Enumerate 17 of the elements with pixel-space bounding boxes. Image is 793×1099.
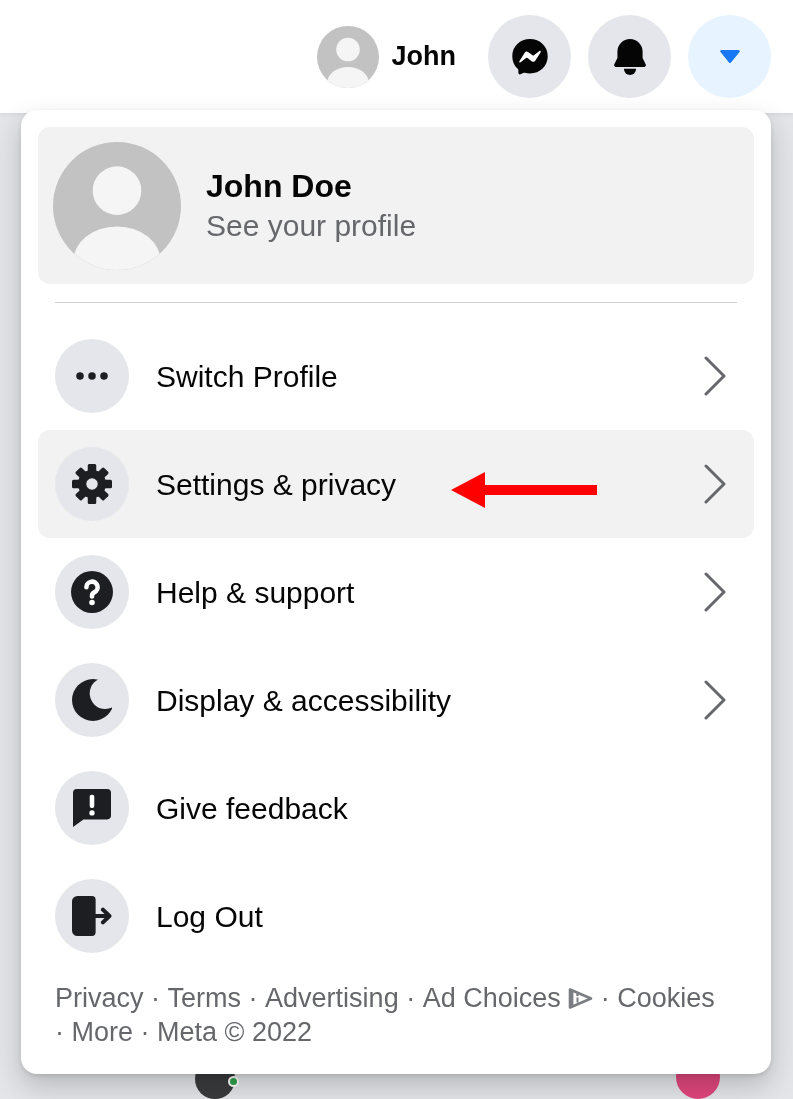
avatar-icon <box>316 25 379 88</box>
bell-icon <box>613 38 646 75</box>
footer-link[interactable]: Privacy <box>55 983 144 1013</box>
profile-name: John Doe <box>206 166 353 206</box>
avatar-icon <box>53 141 181 270</box>
menu-item[interactable]: Settings & privacy <box>38 430 754 538</box>
footer-text: Privacy · Terms · Advertising · Ad Choices · Cookies · More · Meta © 2022 <box>54 982 716 1049</box>
chat-bubble-icon <box>511 38 548 75</box>
footer-link[interactable]: Cookies <box>617 983 715 1013</box>
profile-subtitle: See your profile <box>206 207 417 244</box>
footer-link[interactable]: Terms <box>167 983 242 1013</box>
footer-link[interactable]: Advertising <box>265 983 399 1013</box>
caret-down-icon <box>719 50 740 63</box>
footer-link[interactable]: More <box>71 1017 134 1047</box>
profile-link[interactable]: John <box>316 25 456 88</box>
footer-link[interactable]: Ad Choices <box>422 983 561 1013</box>
profile-card[interactable]: John Doe See your profile <box>38 127 754 284</box>
